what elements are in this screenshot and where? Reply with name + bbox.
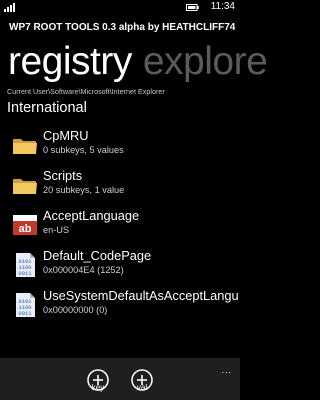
battery-icon	[186, 4, 199, 11]
list-item-detail: 0 subkeys, 5 values	[43, 145, 124, 155]
list-item-name: AcceptLanguage	[43, 208, 140, 223]
list-item-detail: 20 subkeys, 1 value	[43, 185, 125, 195]
list-item[interactable]: CpMRU 0 subkeys, 5 values	[0, 126, 240, 166]
string-value-icon-text: ab	[19, 223, 32, 235]
list-item-detail: 0x000004E4 (1252)	[43, 265, 124, 275]
string-value-icon: ab	[13, 215, 37, 235]
binary-value-icon: 0101 1100 0011	[16, 253, 35, 277]
breadcrumb: Current User\Software\Microsoft\Internet…	[7, 87, 165, 96]
app-title: WP7 ROOT TOOLS 0.3 alpha by HEATHCLIFF74	[9, 22, 236, 33]
pivot-item-registry[interactable]: registry	[8, 40, 132, 83]
application-bar: key val ...	[0, 358, 240, 400]
pivot-item-explore[interactable]: explore	[143, 40, 268, 83]
add-key-label: key	[91, 383, 105, 392]
list-item[interactable]: Scripts 20 subkeys, 1 value	[0, 166, 240, 206]
svg-text:0011: 0011	[18, 270, 32, 277]
list-item[interactable]: ab AcceptLanguage en-US	[0, 206, 240, 246]
status-bar: 11:34	[0, 0, 240, 14]
list-item-name: Default_CodePage	[43, 248, 152, 263]
pivot-header: registry explore	[8, 38, 268, 86]
current-key-title: International	[7, 100, 87, 116]
folder-icon	[13, 139, 37, 154]
list-item[interactable]: 0101 1100 0011 Default_CodePage 0x000004…	[0, 246, 240, 286]
list-item-detail: 0x00000000 (0)	[43, 305, 108, 315]
folder-icon	[13, 179, 37, 194]
ellipsis-icon[interactable]: ...	[221, 366, 232, 375]
binary-value-icon: 0101 1100 0011	[16, 293, 35, 317]
clock: 11:34	[210, 1, 235, 12]
add-value-label: val	[136, 383, 148, 392]
signal-bars-icon	[4, 3, 15, 12]
list-item-name: Scripts	[43, 168, 83, 183]
list-item-detail: en-US	[43, 225, 70, 235]
list-item-name: UseSystemDefaultAsAcceptLanguag	[43, 288, 238, 303]
list-item[interactable]: 0101 1100 0011 UseSystemDefaultAsAcceptL…	[0, 286, 240, 326]
list-item-name: CpMRU	[43, 128, 89, 143]
svg-text:0011: 0011	[18, 310, 32, 317]
